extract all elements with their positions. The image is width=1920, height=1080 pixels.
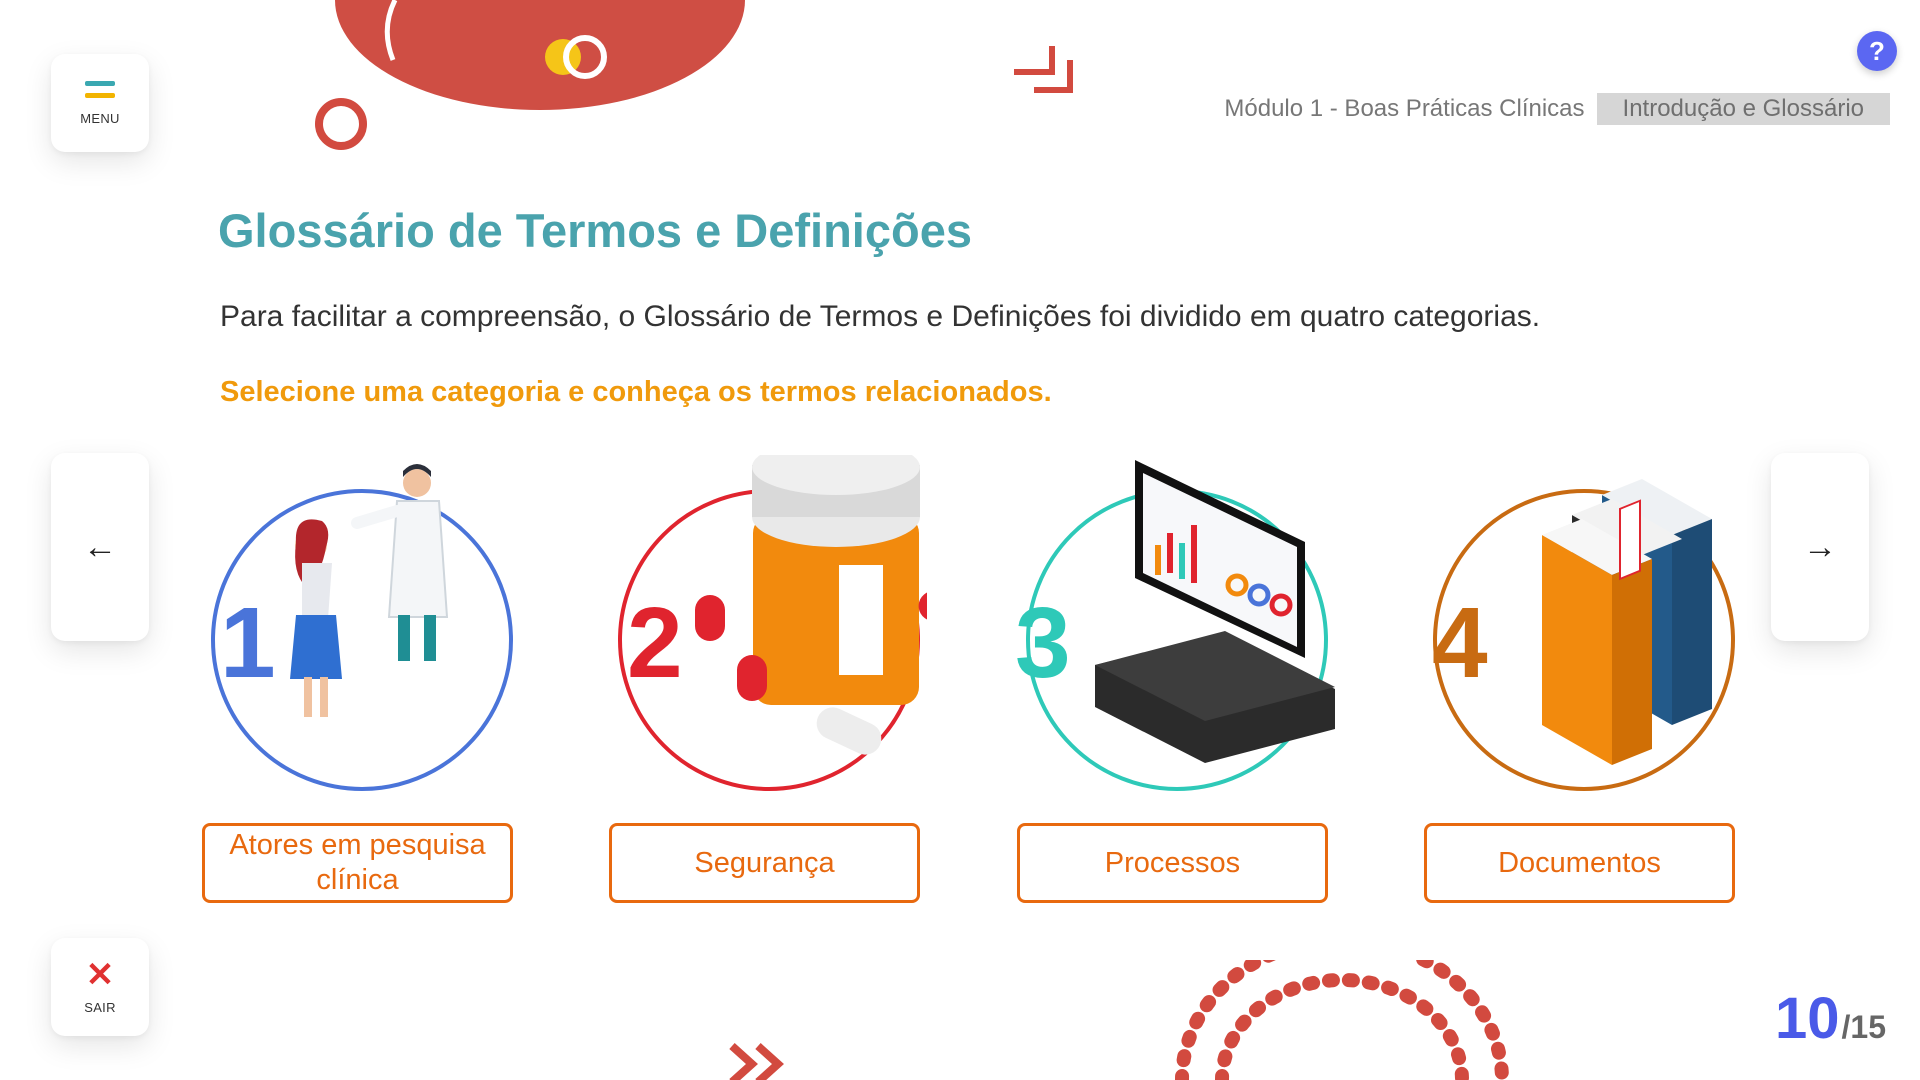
corner-bracket-decoration [1014, 46, 1073, 93]
exit-label: SAIR [84, 999, 116, 1015]
category-number-1: 1 [220, 587, 276, 699]
page-total: /15 [1841, 1009, 1886, 1045]
page-counter: 10 /15 [1775, 985, 1886, 1052]
category-number-2: 2 [627, 587, 683, 699]
category-card-3: 3 Processos [975, 455, 1335, 905]
next-page-button[interactable]: → [1771, 453, 1869, 641]
breadcrumb-module[interactable]: Módulo 1 - Boas Práticas Clínicas [1224, 95, 1584, 123]
previous-page-button[interactable]: ← [51, 453, 149, 641]
page-current: 10 [1775, 986, 1840, 1051]
breadcrumb-section: Introdução e Glossário [1596, 93, 1890, 125]
help-button[interactable]: ? [1857, 31, 1897, 71]
category-button-documentos[interactable]: Documentos [1424, 823, 1735, 903]
menu-label: MENU [80, 110, 120, 126]
breadcrumb: Módulo 1 - Boas Práticas Clínicas Introd… [1224, 93, 1890, 125]
category-card-4: 4 Documentos [1382, 455, 1742, 905]
close-icon: ✕ [85, 955, 115, 994]
menu-button[interactable]: MENU [51, 54, 149, 152]
page-title: Glossário de Termos e Definições [218, 204, 972, 257]
category-card-2: 2 Segurança [567, 455, 927, 905]
intro-text: Para facilitar a compreensão, o Glossári… [220, 300, 1541, 333]
category-number-4: 4 [1432, 587, 1488, 699]
arrow-left-icon: ← [83, 527, 117, 566]
category-button-atores[interactable]: Atores em pesquisa clínica [202, 823, 513, 903]
doctor-patient-icon[interactable]: 1 [160, 455, 520, 805]
category-number-3: 3 [1015, 587, 1071, 699]
exit-button[interactable]: ✕ SAIR [51, 938, 149, 1036]
top-red-semicircle-decoration [335, 0, 745, 110]
computer-icon[interactable]: 3 [975, 455, 1335, 805]
category-button-seguranca[interactable]: Segurança [609, 823, 920, 903]
category-card-1: 1 Atores em pesquisa clínica [160, 455, 520, 905]
menu-icon [85, 80, 115, 101]
instruction-text: Selecione uma categoria e conheça os ter… [220, 376, 1052, 408]
dotted-arc-decoration [1175, 960, 1509, 1080]
double-chevron-decoration [729, 1043, 784, 1080]
arrow-right-icon: → [1803, 527, 1837, 566]
red-ring-decoration [315, 98, 367, 150]
binders-icon[interactable]: 4 [1382, 455, 1742, 805]
pill-bottle-icon[interactable]: 2 [567, 455, 927, 805]
category-button-processos[interactable]: Processos [1017, 823, 1328, 903]
